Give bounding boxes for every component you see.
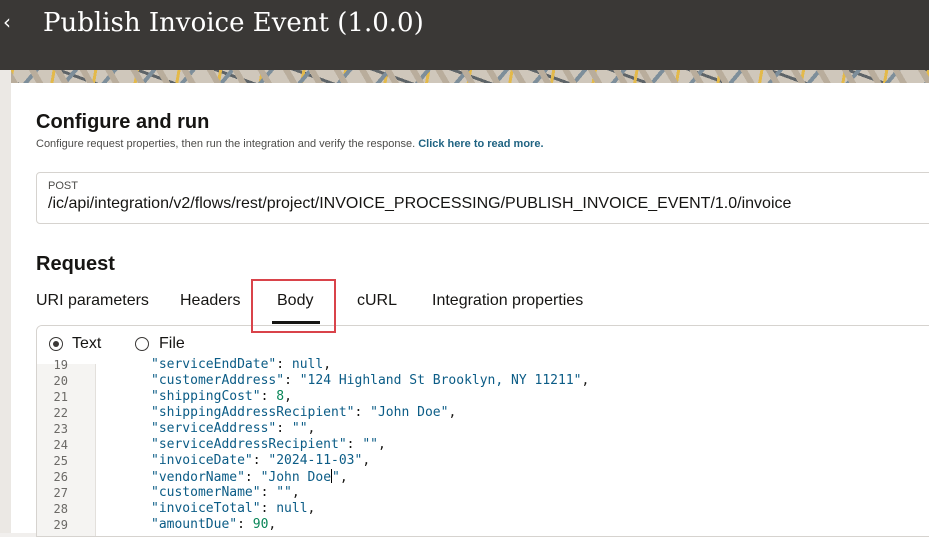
json-key: "shippingCost" — [151, 389, 261, 404]
tab-curl[interactable]: cURL — [357, 292, 397, 310]
json-value: "2024-11-03" — [268, 453, 363, 468]
radio-file-label[interactable]: File — [159, 335, 185, 353]
json-key: "serviceAddress" — [151, 421, 277, 436]
line-number: 25 — [53, 454, 68, 468]
line-number: 29 — [53, 518, 68, 532]
tab-uri-parameters[interactable]: URI parameters — [36, 292, 149, 310]
code-line: 22 "shippingAddressRecipient": "John Doe"… — [37, 405, 929, 421]
json-value: "John Doe" — [260, 469, 340, 485]
json-key: "vendorName" — [151, 470, 245, 485]
page-title: Publish Invoice Event (1.0.0) — [43, 8, 424, 38]
configure-subtitle-text: Configure request properties, then run t… — [36, 138, 416, 150]
line-number: 22 — [53, 406, 68, 420]
code-line: 19 "serviceEndDate": null, — [37, 357, 929, 373]
text-cursor — [331, 469, 333, 483]
app-header: ‹ Publish Invoice Event (1.0.0) — [0, 0, 929, 70]
code-text: "shippingAddressRecipient": "John Doe", — [151, 405, 457, 420]
json-key: "customerName" — [151, 485, 261, 500]
code-line: 21 "shippingCost": 8, — [37, 389, 929, 405]
tab-integration-properties[interactable]: Integration properties — [432, 292, 583, 310]
code-line: 25 "invoiceDate": "2024-11-03", — [37, 453, 929, 469]
json-value: 8 — [276, 389, 285, 404]
code-line: 23 "serviceAddress": "", — [37, 421, 929, 437]
request-title: Request — [36, 253, 115, 275]
code-line: 24 "serviceAddressRecipient": "", — [37, 437, 929, 453]
radio-file[interactable] — [135, 337, 149, 351]
code-line: 26 "vendorName": "John Doe", — [37, 469, 929, 485]
json-value: "124 Highland St Brooklyn, NY 11211" — [299, 373, 582, 388]
code-text: "serviceEndDate": null, — [151, 357, 332, 372]
chevron-left-icon[interactable]: ‹ — [0, 8, 14, 36]
json-key: "serviceEndDate" — [151, 357, 277, 372]
json-key: "serviceAddressRecipient" — [151, 437, 347, 452]
code-text: "invoiceTotal": null, — [151, 501, 316, 516]
json-key: "invoiceTotal" — [151, 501, 261, 516]
read-more-link[interactable]: Click here to read more. — [418, 138, 543, 150]
configure-title: Configure and run — [36, 111, 210, 133]
line-number: 26 — [53, 470, 68, 484]
body-editor-panel: Text File 19 "serviceEndDate": null, 20 "cu… — [36, 325, 929, 537]
code-text: "vendorName": "John Doe", — [151, 469, 348, 485]
json-key: "shippingAddressRecipient" — [151, 405, 355, 420]
http-method: POST — [48, 180, 78, 192]
json-value: "John Doe" — [370, 405, 449, 420]
tab-headers[interactable]: Headers — [180, 292, 240, 310]
code-text: "serviceAddressRecipient": "", — [151, 437, 386, 452]
code-text: "serviceAddress": "", — [151, 421, 316, 436]
json-value: null — [291, 357, 324, 372]
code-editor[interactable]: 19 "serviceEndDate": null, 20 "customerAddr… — [37, 357, 929, 536]
line-number: 23 — [53, 422, 68, 436]
code-line: 20 "customerAddress": "124 Highland St Br… — [37, 373, 929, 389]
request-tabs: URI parameters Headers Body cURL Integra… — [36, 290, 926, 330]
left-gutter — [0, 70, 11, 533]
json-value: null — [276, 501, 308, 516]
radio-text-label[interactable]: Text — [72, 335, 101, 353]
endpoint-field[interactable]: POST /ic/api/integration/v2/flows/rest/p… — [36, 172, 929, 224]
decorative-banner — [11, 70, 929, 83]
endpoint-url[interactable]: /ic/api/integration/v2/flows/rest/projec… — [48, 195, 791, 213]
json-value: 90 — [252, 517, 269, 532]
code-text: "invoiceDate": "2024-11-03", — [151, 453, 371, 468]
code-text: "customerName": "", — [151, 485, 300, 500]
line-number: 27 — [53, 486, 68, 500]
line-number: 19 — [53, 358, 68, 372]
json-key: "invoiceDate" — [151, 453, 253, 468]
code-line: 27 "customerName": "", — [37, 485, 929, 501]
json-value: "" — [291, 421, 308, 436]
code-text: "amountDue": 90, — [151, 517, 277, 532]
json-key: "customerAddress" — [151, 373, 285, 388]
code-text: "shippingCost": 8, — [151, 389, 292, 404]
json-value: "" — [362, 437, 378, 452]
configure-subtitle: Configure request properties, then run t… — [36, 138, 544, 150]
body-tab-highlight — [251, 279, 336, 333]
json-key: "amountDue" — [151, 517, 238, 532]
line-number: 24 — [53, 438, 68, 452]
code-text: "customerAddress": "124 Highland St Broo… — [151, 373, 590, 388]
line-number: 21 — [53, 390, 68, 404]
code-line: 29 "amountDue": 90, — [37, 517, 929, 533]
radio-text[interactable] — [49, 337, 63, 351]
json-value: "" — [276, 485, 292, 500]
line-number: 28 — [53, 502, 68, 516]
line-number: 20 — [53, 374, 68, 388]
code-line: 28 "invoiceTotal": null, — [37, 501, 929, 517]
